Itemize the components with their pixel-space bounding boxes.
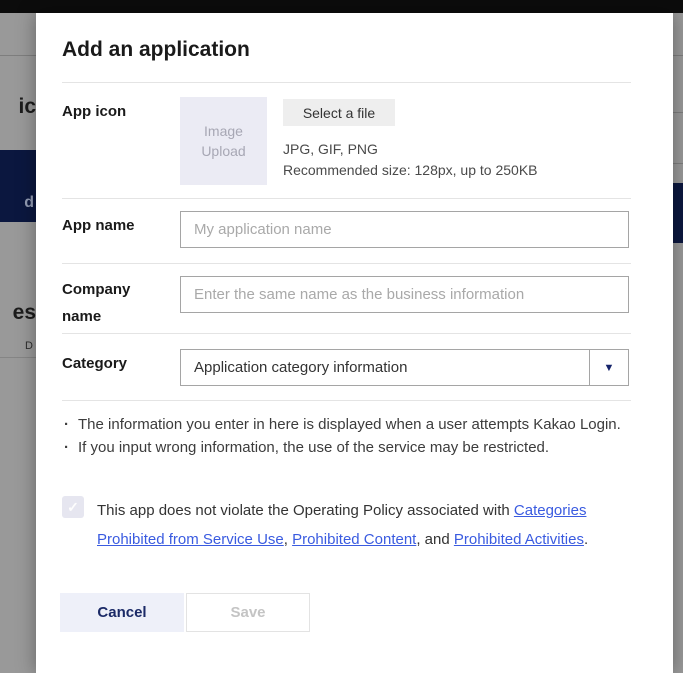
divider	[62, 198, 631, 199]
category-label: Category	[62, 350, 166, 377]
app-name-input[interactable]	[180, 211, 629, 248]
note-text: If you input wrong information, the use …	[78, 439, 549, 456]
chevron-down-icon: ▼	[604, 362, 615, 374]
note-wrong-information: ·If you input wrong information, the use…	[64, 439, 78, 456]
app-icon-label: App icon	[62, 98, 166, 125]
bullet-icon: ·	[64, 439, 69, 456]
app-name-label: App name	[62, 212, 166, 239]
note-kakao-login: ·The information you enter in here is di…	[64, 416, 78, 433]
screen: ic d es D Add an application App icon Im…	[0, 0, 683, 673]
divider	[62, 263, 631, 264]
background-small-label-fragment: D	[25, 340, 33, 352]
policy-text-suffix: .	[584, 531, 588, 548]
background-divider	[673, 112, 683, 113]
dialog-title: Add an application	[62, 38, 250, 62]
background-divider	[0, 357, 36, 358]
add-application-dialog: Add an application App icon Image Upload…	[36, 13, 673, 673]
bullet-icon: ·	[64, 416, 69, 433]
background-navy-letter-fragment: d	[24, 194, 34, 212]
company-name-label: Company name	[62, 276, 166, 330]
cancel-button[interactable]: Cancel	[60, 593, 184, 632]
link-prohibited-activities[interactable]: Prohibited Activities	[454, 531, 584, 548]
policy-text-prefix: This app does not violate the Operating …	[97, 502, 514, 519]
divider	[62, 333, 631, 334]
background-navy-button-fragment: d	[0, 150, 36, 222]
check-icon: ✓	[67, 499, 79, 516]
policy-agreement-text: This app does not violate the Operating …	[97, 496, 629, 554]
background-divider	[673, 55, 683, 56]
background-top-nav	[0, 0, 683, 13]
app-icon-upload-dropzone[interactable]: Image Upload	[180, 97, 267, 185]
link-prohibited-content[interactable]: Prohibited Content	[292, 531, 416, 548]
background-divider	[0, 55, 36, 56]
category-dropdown-button[interactable]: ▼	[589, 349, 629, 386]
background-navy-banner-fragment	[673, 183, 683, 243]
category-select[interactable]: Application category information	[180, 349, 590, 386]
select-file-button[interactable]: Select a file	[283, 99, 395, 126]
background-heading-fragment: ic	[18, 95, 36, 119]
note-text: The information you enter in here is dis…	[78, 416, 621, 433]
background-subheading-fragment: es	[13, 301, 36, 325]
background-page-left-strip: ic d es D	[0, 13, 36, 673]
divider	[62, 400, 631, 401]
background-page-right-strip	[673, 13, 683, 673]
recommended-size-hint: Recommended size: 128px, up to 250KB	[283, 162, 538, 178]
background-divider	[673, 163, 683, 164]
policy-agreement-checkbox[interactable]: ✓	[62, 496, 84, 518]
save-button[interactable]: Save	[186, 593, 310, 632]
policy-text-sep: ,	[284, 531, 292, 548]
file-formats-hint: JPG, GIF, PNG	[283, 141, 378, 157]
category-selected-value: Application category information	[194, 359, 407, 376]
company-name-input[interactable]	[180, 276, 629, 313]
upload-placeholder-text: Image Upload	[194, 121, 254, 161]
divider	[62, 82, 631, 83]
policy-text-sep: , and	[416, 531, 454, 548]
